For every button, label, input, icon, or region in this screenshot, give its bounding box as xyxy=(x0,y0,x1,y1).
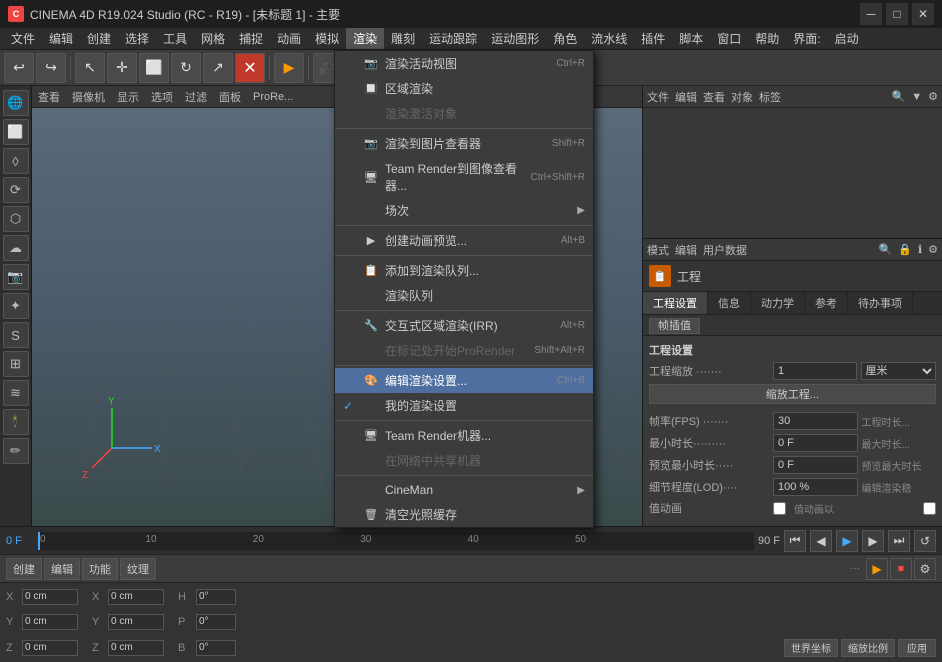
dropdown-label-render-active: 渲染激活对象 xyxy=(385,105,585,122)
dropdown-overlay[interactable]: 📷 渲染活动视图 Ctrl+R 🔲 区域渲染渲染激活对象 📷 渲染到图片查看器 Shift+R… xyxy=(0,0,942,660)
dropdown-icon-add-queue: 📋 xyxy=(363,263,379,279)
dropdown-item-cineman[interactable]: CineMan ▶ xyxy=(335,478,593,502)
dropdown-shortcut-to-viewer: Shift+R xyxy=(552,138,585,149)
dropdown-icon-anim-preview: ▶ xyxy=(363,233,379,249)
dropdown-separator xyxy=(335,310,593,311)
dropdown-item-team-render[interactable]: 🖥 Team Render到图像查看器... Ctrl+Shift+R xyxy=(335,156,593,198)
dropdown-icon-render-view: 📷 xyxy=(363,56,379,72)
dropdown-shortcut-edit-render: Ctrl+B xyxy=(557,375,585,386)
dropdown-label-team-render: Team Render到图像查看器... xyxy=(385,160,525,194)
dropdown-menu: 📷 渲染活动视图 Ctrl+R 🔲 区域渲染渲染激活对象 📷 渲染到图片查看器 Shift+R… xyxy=(334,50,594,528)
dropdown-label-prorender: 在标记处开始ProRender xyxy=(385,342,528,359)
dropdown-icon-region-render: 🔲 xyxy=(363,81,379,97)
dropdown-icon-clear-gl: 🗑 xyxy=(363,507,379,523)
dropdown-item-share-machine: 在网络中共享机器 xyxy=(335,448,593,473)
dropdown-shortcut-render-view: Ctrl+R xyxy=(556,58,585,69)
dropdown-label-irr: 交互式区域渲染(IRR) xyxy=(385,317,554,334)
dropdown-icon-my-render xyxy=(363,398,379,414)
dropdown-check-my-render: ✓ xyxy=(343,399,357,413)
dropdown-separator xyxy=(335,365,593,366)
dropdown-shortcut-prorender: Shift+Alt+R xyxy=(534,345,585,356)
dropdown-item-anim-preview[interactable]: ▶ 创建动画预览... Alt+B xyxy=(335,228,593,253)
dropdown-item-scene[interactable]: 场次 ▶ xyxy=(335,198,593,223)
dropdown-icon-render-active xyxy=(363,106,379,122)
dropdown-label-edit-render: 编辑渲染设置... xyxy=(385,372,551,389)
dropdown-separator xyxy=(335,128,593,129)
dropdown-icon-render-queue xyxy=(363,288,379,304)
dropdown-icon-team-render: 🖥 xyxy=(363,169,379,185)
dropdown-shortcut-anim-preview: Alt+B xyxy=(561,235,585,246)
dropdown-item-my-render[interactable]: ✓ 我的渲染设置 xyxy=(335,393,593,418)
dropdown-item-to-viewer[interactable]: 📷 渲染到图片查看器 Shift+R xyxy=(335,131,593,156)
dropdown-label-my-render: 我的渲染设置 xyxy=(385,397,585,414)
dropdown-label-anim-preview: 创建动画预览... xyxy=(385,232,555,249)
dropdown-icon-team-machine: 🖥 xyxy=(363,428,379,444)
dropdown-item-irr[interactable]: 🔧 交互式区域渲染(IRR) Alt+R xyxy=(335,313,593,338)
dropdown-arrow-cineman: ▶ xyxy=(577,485,585,496)
dropdown-arrow-scene: ▶ xyxy=(577,205,585,216)
dropdown-label-share-machine: 在网络中共享机器 xyxy=(385,452,585,469)
dropdown-label-clear-gl: 清空光照缓存 xyxy=(385,506,585,523)
dropdown-icon-prorender xyxy=(363,343,379,359)
dropdown-icon-share-machine xyxy=(363,453,379,469)
dropdown-separator xyxy=(335,475,593,476)
dropdown-item-team-machine[interactable]: 🖥 Team Render机器... xyxy=(335,423,593,448)
dropdown-item-edit-render[interactable]: 🎨 编辑渲染设置... Ctrl+B xyxy=(335,368,593,393)
dropdown-item-prorender: 在标记处开始ProRender Shift+Alt+R xyxy=(335,338,593,363)
dropdown-label-add-queue: 添加到渲染队列... xyxy=(385,262,585,279)
dropdown-label-team-machine: Team Render机器... xyxy=(385,427,585,444)
dropdown-shortcut-irr: Alt+R xyxy=(560,320,585,331)
dropdown-separator xyxy=(335,255,593,256)
dropdown-icon-scene xyxy=(363,203,379,219)
dropdown-icon-to-viewer: 📷 xyxy=(363,136,379,152)
dropdown-separator xyxy=(335,420,593,421)
dropdown-icon-cineman xyxy=(363,482,379,498)
dropdown-label-region-render: 区域渲染 xyxy=(385,80,585,97)
dropdown-label-render-queue: 渲染队列 xyxy=(385,287,585,304)
dropdown-separator xyxy=(335,225,593,226)
dropdown-icon-irr: 🔧 xyxy=(363,318,379,334)
dropdown-item-add-queue[interactable]: 📋 添加到渲染队列... xyxy=(335,258,593,283)
dropdown-item-render-view[interactable]: 📷 渲染活动视图 Ctrl+R xyxy=(335,51,593,76)
dropdown-shortcut-team-render: Ctrl+Shift+R xyxy=(531,172,585,183)
dropdown-icon-edit-render: 🎨 xyxy=(363,373,379,389)
dropdown-item-render-active: 渲染激活对象 xyxy=(335,101,593,126)
dropdown-label-scene: 场次 xyxy=(385,202,571,219)
dropdown-label-cineman: CineMan xyxy=(385,483,571,497)
dropdown-item-render-queue[interactable]: 渲染队列 xyxy=(335,283,593,308)
dropdown-label-render-view: 渲染活动视图 xyxy=(385,55,550,72)
dropdown-item-clear-gl[interactable]: 🗑 清空光照缓存 xyxy=(335,502,593,527)
dropdown-item-region-render[interactable]: 🔲 区域渲染 xyxy=(335,76,593,101)
dropdown-label-to-viewer: 渲染到图片查看器 xyxy=(385,135,546,152)
